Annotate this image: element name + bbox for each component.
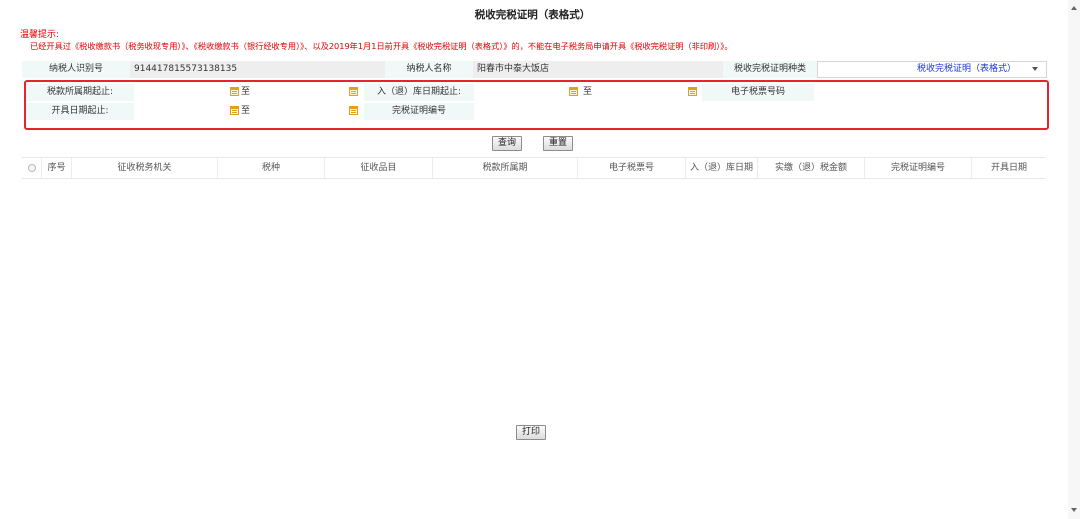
vertical-scrollbar[interactable] (1068, 0, 1080, 519)
column-header: 实缴（退）税金额 (758, 158, 865, 178)
taxpayer-name-label: 纳税人名称 (385, 61, 473, 78)
scroll-up-icon[interactable] (1071, 6, 1077, 10)
chevron-down-icon (1032, 67, 1038, 71)
select-all-checkbox[interactable] (28, 164, 36, 172)
taxpayer-id-value: 914417815573138135 (130, 61, 385, 78)
tip-heading: 温馨提示: (20, 30, 60, 40)
column-header: 完税证明编号 (865, 158, 972, 178)
cert-type-label: 税收完税证明种类 (723, 61, 817, 78)
column-header: 征收税务机关 (72, 158, 218, 178)
column-header: 序号 (42, 158, 72, 178)
taxpayer-id-label: 纳税人识别号 (22, 61, 130, 78)
cert-type-selected-value: 税收完税证明（表格式） (916, 64, 1016, 74)
print-button[interactable]: 打印 (516, 425, 547, 440)
column-header: 入（退）库日期 (686, 158, 758, 178)
page-title: 税收完税证明（表格式） (474, 9, 591, 21)
result-table-header: 序号 征收税务机关 税种 征收品目 税款所属期 电子税票号 入（退）库日期 实缴… (22, 157, 1046, 179)
highlight-frame (24, 80, 1049, 130)
column-header: 开具日期 (990, 163, 1027, 173)
taxpayer-info-row: 纳税人识别号 914417815573138135 纳税人名称 阳春市中泰大饭店… (22, 61, 1047, 78)
column-header: 电子税票号 (578, 158, 686, 178)
scroll-down-icon[interactable] (1071, 508, 1077, 512)
select-all-cell (22, 158, 42, 178)
column-header: 税种 (218, 158, 325, 178)
taxpayer-name-value: 阳春市中泰大饭店 (473, 61, 723, 78)
column-header: 征收品目 (325, 158, 433, 178)
query-button[interactable]: 查询 (492, 136, 523, 151)
cert-type-select[interactable]: 税收完税证明（表格式） (817, 61, 1047, 78)
column-header: 税款所属期 (433, 158, 578, 178)
tip-text: 已经开具过《税收缴款书（税务收现专用）》、《税收缴款书（银行经收专用）》、以及2… (30, 41, 733, 51)
reset-button[interactable]: 重置 (543, 136, 574, 151)
